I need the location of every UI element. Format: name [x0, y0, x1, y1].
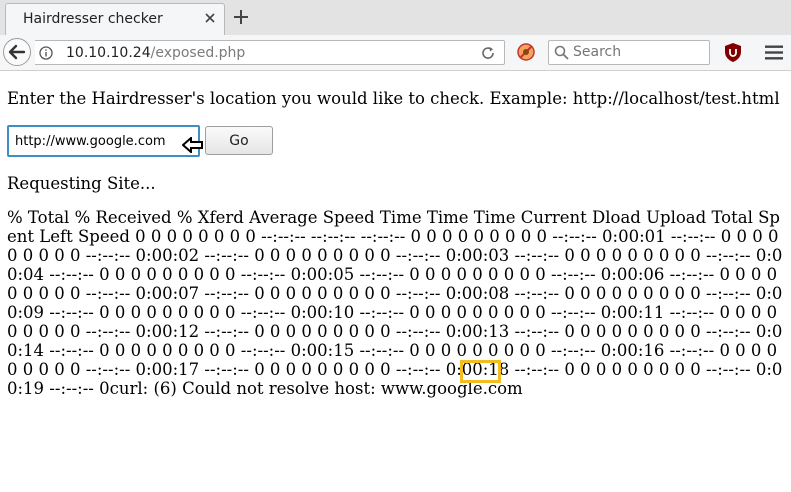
cursor-arrow-icon [182, 137, 203, 153]
url-path: /exposed.php [150, 45, 246, 61]
search-bar[interactable] [548, 40, 710, 65]
ublock-shield-icon[interactable] [723, 42, 743, 63]
search-icon [554, 45, 569, 60]
back-button[interactable] [3, 38, 31, 66]
url-text[interactable]: 10.10.10.24/exposed.php [66, 45, 245, 61]
curl-output: % Total % Received % Xferd Average Speed… [7, 208, 783, 398]
requesting-status: Requesting Site... [7, 174, 156, 193]
go-button[interactable]: Go [205, 126, 273, 155]
no-script-icon[interactable] [517, 43, 535, 61]
search-input[interactable] [573, 42, 703, 62]
arrow-left-icon [8, 44, 26, 60]
location-input[interactable] [7, 125, 200, 157]
tab-title: Hairdresser checker [23, 11, 163, 27]
navigation-bar: 10.10.10.24/exposed.php [0, 35, 791, 71]
page-content: Enter the Hairdresser's location you wou… [0, 71, 791, 492]
close-icon[interactable] [203, 11, 217, 25]
plus-icon[interactable] [232, 8, 250, 26]
highlight-annotation [460, 360, 501, 383]
tab-strip: Hairdresser checker [0, 0, 791, 36]
url-host: 10.10.10.24 [66, 45, 151, 61]
info-icon[interactable] [39, 46, 53, 60]
instruction-text: Enter the Hairdresser's location you wou… [7, 89, 780, 108]
reload-icon[interactable] [480, 45, 496, 61]
url-bar[interactable]: 10.10.10.24/exposed.php [35, 40, 505, 65]
hamburger-menu-icon[interactable] [764, 44, 784, 61]
tab-hairdresser-checker[interactable]: Hairdresser checker [5, 3, 225, 35]
